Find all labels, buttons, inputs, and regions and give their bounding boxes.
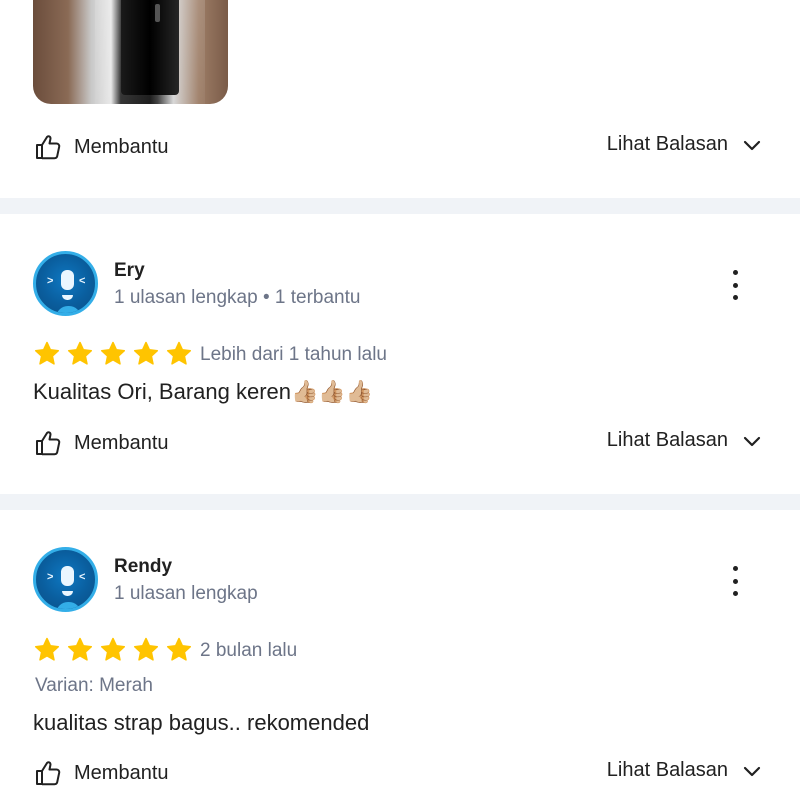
avatar-glyph: > bbox=[47, 571, 54, 583]
photo-strap-hole bbox=[155, 4, 160, 22]
review-card-previous: Membantu Lihat Balasan bbox=[0, 0, 800, 198]
kebab-menu-icon[interactable] bbox=[726, 566, 744, 596]
star-icon bbox=[67, 637, 93, 661]
star-icon bbox=[166, 341, 192, 365]
avatar-glyph: < bbox=[79, 571, 86, 583]
review-text: kualitas strap bagus.. rekomended bbox=[33, 710, 370, 735]
avatar[interactable]: > < bbox=[33, 547, 98, 612]
review-text: Kualitas Ori, Barang keren👍🏼👍🏼👍🏼 bbox=[33, 379, 374, 404]
view-replies-label: Lihat Balasan bbox=[606, 429, 728, 451]
star-icon bbox=[34, 637, 60, 661]
thumbs-up-icon bbox=[36, 431, 61, 456]
reviewer-name[interactable]: Ery bbox=[114, 260, 145, 282]
view-replies-button[interactable]: Lihat Balasan bbox=[607, 759, 762, 782]
avatar-shoulder bbox=[56, 306, 81, 313]
avatar-mouth bbox=[62, 591, 73, 596]
helpful-button[interactable]: Membantu bbox=[34, 133, 169, 161]
helpful-label: Membantu bbox=[74, 135, 169, 158]
section-separator bbox=[0, 494, 800, 510]
star-icon bbox=[166, 637, 192, 661]
review-photo[interactable] bbox=[33, 0, 228, 104]
helpful-label: Membantu bbox=[74, 761, 169, 784]
avatar-face bbox=[61, 566, 74, 586]
view-replies-button[interactable]: Lihat Balasan bbox=[607, 133, 762, 156]
star-icon bbox=[67, 341, 93, 365]
chevron-down-icon bbox=[743, 140, 761, 150]
view-replies-button[interactable]: Lihat Balasan bbox=[607, 429, 762, 452]
star-icon bbox=[133, 637, 159, 661]
product-variant: Varian: Merah bbox=[35, 675, 153, 696]
avatar-glyph: < bbox=[79, 275, 86, 287]
chevron-down-icon bbox=[743, 436, 761, 446]
rating-stars bbox=[33, 340, 193, 368]
section-separator bbox=[0, 198, 800, 214]
review-time: 2 bulan lalu bbox=[200, 640, 298, 661]
chevron-down-icon bbox=[743, 766, 761, 776]
star-icon bbox=[100, 341, 126, 365]
avatar-face bbox=[61, 270, 74, 290]
avatar[interactable]: > < bbox=[33, 251, 98, 316]
kebab-menu-icon[interactable] bbox=[726, 270, 744, 300]
rating-stars bbox=[33, 636, 193, 664]
review-actions: Membantu Lihat Balasan bbox=[0, 753, 800, 793]
review-actions: Membantu Lihat Balasan bbox=[0, 423, 800, 463]
avatar-mouth bbox=[62, 295, 73, 300]
star-icon bbox=[133, 341, 159, 365]
reviewer-name[interactable]: Rendy bbox=[114, 556, 172, 578]
helpful-button[interactable]: Membantu bbox=[34, 429, 169, 457]
view-replies-label: Lihat Balasan bbox=[606, 133, 728, 155]
thumbs-up-icon bbox=[36, 135, 61, 160]
review-time: Lebih dari 1 tahun lalu bbox=[200, 344, 387, 365]
star-icon bbox=[100, 637, 126, 661]
view-replies-label: Lihat Balasan bbox=[606, 759, 728, 781]
helpful-button[interactable]: Membantu bbox=[34, 759, 169, 787]
star-icon bbox=[34, 341, 60, 365]
review-actions: Membantu Lihat Balasan bbox=[0, 127, 800, 167]
helpful-label: Membantu bbox=[74, 431, 169, 454]
avatar-shoulder bbox=[56, 602, 81, 609]
photo-strap bbox=[121, 0, 179, 95]
reviewer-meta: 1 ulasan lengkap • 1 terbantu bbox=[114, 287, 361, 308]
thumbs-up-icon bbox=[36, 761, 61, 786]
avatar-glyph: > bbox=[47, 275, 54, 287]
reviewer-meta: 1 ulasan lengkap bbox=[114, 583, 258, 604]
review-card: > < Ery 1 ulasan lengkap • 1 terbantu Le… bbox=[0, 214, 800, 494]
review-card: > < Rendy 1 ulasan lengkap 2 bulan lalu … bbox=[0, 510, 800, 800]
